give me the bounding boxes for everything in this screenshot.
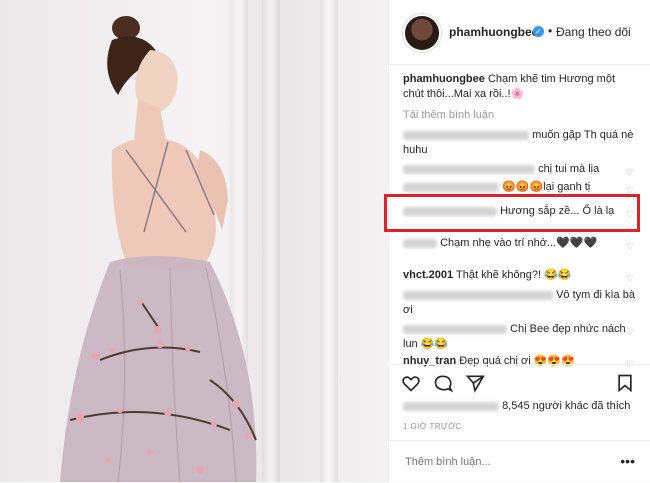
comment-text: Thật khẽ không?! 😂😂 bbox=[456, 269, 572, 281]
blurred-username bbox=[403, 324, 507, 334]
post-photo[interactable] bbox=[0, 0, 388, 482]
post-timestamp: 1 GIỜ TRƯỚC bbox=[403, 422, 462, 431]
comment-text: chị tui mà lịa bbox=[538, 163, 600, 175]
comment-text: 😡😡😡lại ganh tị bbox=[502, 181, 591, 193]
list-item: 😡😡😡lại ganh tị ♡ bbox=[403, 180, 635, 195]
list-item: Chị Bee đẹp nhức nách lun 😂😂 ♡ bbox=[403, 322, 635, 352]
load-more-comments[interactable]: Tải thêm bình luận bbox=[403, 108, 635, 123]
action-bar bbox=[389, 364, 650, 397]
comment-text: Chạm nhẹ vào trí nhớ...🖤🖤🖤 bbox=[440, 237, 598, 249]
more-icon[interactable]: ••• bbox=[620, 453, 635, 469]
post-sidebar: phamhuongbee ✓ • Đang theo dõi phamhuong… bbox=[388, 0, 650, 482]
comment-username[interactable]: vhct.2001 bbox=[403, 269, 453, 281]
comment-bubble-icon[interactable] bbox=[433, 373, 453, 393]
add-comment-input[interactable] bbox=[403, 455, 607, 469]
blurred-username bbox=[403, 130, 529, 140]
blurred-liker-names bbox=[403, 401, 499, 411]
add-comment-bar: ••• bbox=[389, 440, 650, 483]
separator-dot: • bbox=[548, 24, 553, 38]
list-item: Vô tym đi kìa bà ơi ♡ bbox=[403, 288, 635, 318]
likes-line: 8,545 người khác đã thích bbox=[403, 400, 630, 412]
list-item: Chạm nhẹ vào trí nhớ...🖤🖤🖤 ♡ bbox=[403, 236, 635, 251]
caption-username[interactable]: phamhuongbee bbox=[403, 73, 485, 85]
blurred-username bbox=[403, 164, 535, 174]
woman-figure bbox=[60, 16, 257, 482]
caption: phamhuongbee Chạm khẽ tim Hương một chút… bbox=[403, 72, 635, 102]
list-item: muốn gặp Th quá nè huhu ♡ bbox=[403, 128, 635, 158]
highlight-box bbox=[384, 194, 640, 232]
list-item: chị tui mà lịa ♡ bbox=[403, 162, 635, 177]
heart-icon[interactable]: ♡ bbox=[626, 165, 635, 177]
list-item: vhct.2001 Thật khẽ không?! 😂😂 ♡ bbox=[403, 268, 635, 283]
blurred-username bbox=[403, 290, 553, 300]
likes-count[interactable]: 8,545 người khác đã thích bbox=[502, 400, 630, 412]
bookmark-icon[interactable] bbox=[615, 373, 635, 393]
avatar[interactable] bbox=[403, 14, 441, 52]
verified-badge-icon: ✓ bbox=[533, 26, 544, 37]
heart-icon[interactable]: ♡ bbox=[626, 271, 635, 283]
heart-icon[interactable]: ♡ bbox=[626, 325, 635, 337]
heart-icon[interactable]: ♡ bbox=[626, 291, 635, 303]
heart-icon[interactable]: ♡ bbox=[626, 131, 635, 143]
heart-icon[interactable]: ♡ bbox=[626, 239, 635, 251]
heart-icon[interactable]: ♡ bbox=[626, 183, 635, 195]
following-button[interactable]: Đang theo dõi bbox=[556, 25, 631, 39]
blurred-username bbox=[403, 182, 499, 192]
header-username[interactable]: phamhuongbee bbox=[449, 25, 538, 39]
blurred-username bbox=[403, 238, 437, 248]
like-heart-icon[interactable] bbox=[401, 373, 421, 393]
share-icon[interactable] bbox=[465, 373, 485, 393]
post-header: phamhuongbee ✓ • Đang theo dõi bbox=[389, 0, 650, 65]
